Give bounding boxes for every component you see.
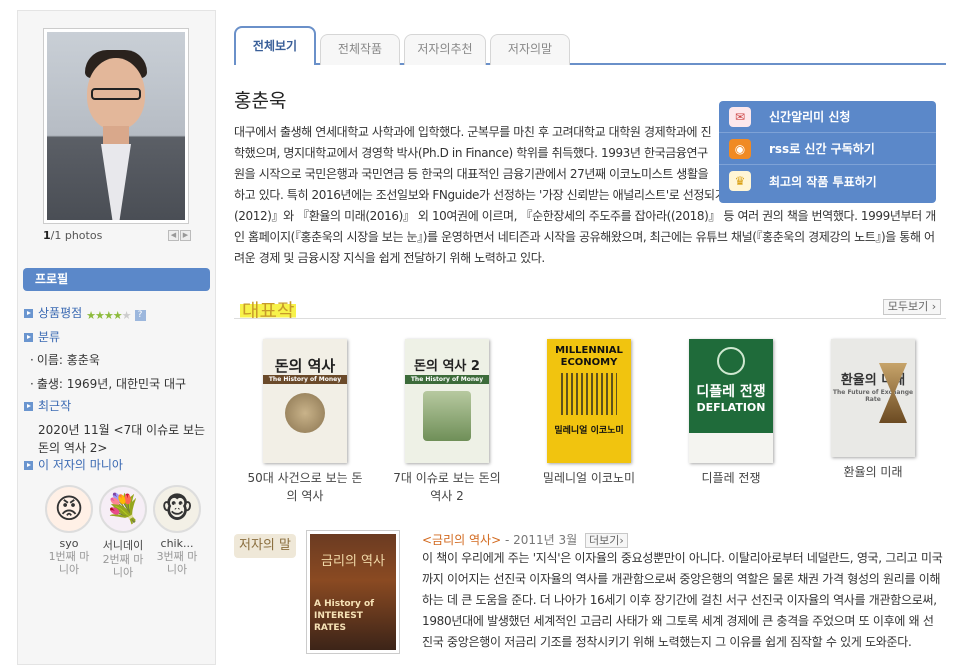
saying-more-label: 더보기	[589, 534, 620, 547]
tab-bar: 전체보기 전체작품 저자의추천 저자의말	[234, 26, 946, 65]
mania-name[interactable]: 서니데이	[98, 537, 148, 553]
rss-icon: ◉	[729, 138, 751, 159]
bullet-icon	[24, 333, 33, 342]
profile-heading: 프로필	[23, 268, 210, 291]
book-cover[interactable]: MILLENNIAL ECONOMY 밀레니얼 이코노미	[547, 339, 631, 463]
mania-item[interactable]: 💐 서니데이 2번째 마니아	[98, 485, 148, 579]
mania-rank: 3번째 마니아	[156, 550, 198, 576]
vote-best-button[interactable]: ♛ 최고의 작품 투표하기	[719, 165, 936, 197]
saying-book-link[interactable]: <금리의 역사>	[422, 533, 501, 547]
name-line: 이름: 홍춘욱	[30, 351, 100, 368]
tab-overview[interactable]: 전체보기	[234, 26, 316, 65]
mail-heart-icon: ✉	[729, 106, 751, 127]
book-item[interactable]: 디플레 전쟁 DEFLATION 디플레 전쟁	[670, 339, 792, 487]
book-title[interactable]: 환율의 미래	[812, 463, 934, 481]
book-title[interactable]: 7대 이슈로 보는 돈의 역사 2	[386, 469, 508, 505]
author-words-badge: 저자의 말	[234, 534, 296, 558]
mania-name[interactable]: syo	[44, 537, 94, 550]
avatar[interactable]: 💐	[99, 485, 147, 533]
mania-row[interactable]: 이 저자의 마니아	[24, 456, 123, 473]
bullet-icon	[24, 402, 33, 411]
book-cover[interactable]: 디플레 전쟁 DEFLATION	[689, 339, 773, 463]
book-title[interactable]: 밀레니얼 이코노미	[528, 469, 650, 487]
author-photo[interactable]	[43, 28, 189, 224]
book-item[interactable]: 돈의 역사 The History of Money 50대 사건으로 보는 돈…	[244, 339, 366, 505]
book-item[interactable]: 돈의 역사 2 The History of Money 7대 이슈로 보는 돈…	[386, 339, 508, 505]
divider	[234, 318, 946, 319]
avatar[interactable]: 🐵	[153, 485, 201, 533]
rating-label[interactable]: 상품평점	[38, 306, 82, 320]
saying-text: 이 책이 우리에게 주는 '지식'은 이자율의 중요성뿐만이 아니다. 이탈리아…	[422, 551, 943, 649]
book-title[interactable]: 50대 사건으로 보는 돈의 역사	[244, 469, 366, 505]
new-book-alert-button[interactable]: ✉ 신간알리미 신청	[719, 101, 936, 133]
mania-item[interactable]: 😡 syo 1번째 마니아	[44, 485, 94, 576]
book-cover[interactable]: 환율의 미래 The Future of Exchange Rate	[831, 339, 915, 457]
birth-line: 출생: 1969년, 대한민국 대구	[30, 375, 186, 392]
photo-pager: ◀ ▶	[168, 230, 191, 241]
book-item[interactable]: MILLENNIAL ECONOMY 밀레니얼 이코노미 밀레니얼 이코노미	[528, 339, 650, 487]
rating-stars-icon: ★★★★★	[86, 309, 131, 322]
recent-row[interactable]: 최근작	[24, 397, 71, 414]
mania-label: 이 저자의 마니아	[38, 458, 123, 472]
saying-header: <금리의 역사> - 2011년 3월 더보기›	[422, 531, 628, 548]
mania-rank: 2번째 마니아	[102, 553, 144, 579]
next-photo-icon[interactable]: ▶	[180, 230, 191, 241]
prev-photo-icon[interactable]: ◀	[168, 230, 179, 241]
bullet-icon	[24, 309, 33, 318]
mania-item[interactable]: 🐵 chik... 3번째 마니아	[152, 485, 202, 576]
subscribe-label: 최고의 작품 투표하기	[769, 174, 877, 189]
view-all-label: 모두보기	[887, 300, 929, 313]
saying-date: - 2011년 3월	[504, 533, 578, 547]
bullet-icon	[24, 461, 33, 470]
tab-all-works[interactable]: 전체작품	[320, 34, 400, 65]
book-cover[interactable]: 돈의 역사 2 The History of Money	[405, 339, 489, 463]
mania-name[interactable]: chik...	[152, 537, 202, 550]
recent-work-link[interactable]: 2020년 11월 <7대 이슈로 보는 돈의 역사 2>	[38, 421, 213, 457]
subscribe-label: rss로 신간 구독하기	[769, 142, 875, 156]
tab-author-words[interactable]: 저자의말	[490, 34, 570, 65]
view-all-button[interactable]: 모두보기 ›	[883, 299, 941, 315]
saying-more-button[interactable]: 더보기›	[585, 533, 628, 548]
sidebar: 1/1 photos ◀ ▶ 프로필 상품평점 ★★★★★? 분류 이름: 홍춘욱…	[17, 10, 216, 665]
book-cover[interactable]: 돈의 역사 The History of Money	[263, 339, 347, 463]
photo-count: 1/1 photos	[43, 229, 103, 242]
subscribe-box: ✉ 신간알리미 신청 ◉ rss로 신간 구독하기 ♛ 최고의 작품 투표하기	[719, 101, 936, 203]
rating-row: 상품평점 ★★★★★?	[24, 304, 146, 322]
book-title[interactable]: 디플레 전쟁	[670, 469, 792, 487]
saying-book-cover[interactable]: 금리의 역사 A History of INTEREST RATES	[306, 530, 400, 654]
subscribe-label: 신간알리미 신청	[769, 110, 851, 124]
tab-author-picks[interactable]: 저자의추천	[404, 34, 486, 65]
avatar[interactable]: 😡	[45, 485, 93, 533]
recent-label: 최근작	[38, 399, 72, 413]
book-item[interactable]: 환율의 미래 The Future of Exchange Rate 환율의 미…	[812, 339, 934, 481]
crown-icon: ♛	[729, 171, 751, 191]
mania-rank: 1번째 마니아	[48, 550, 90, 576]
rss-subscribe-button[interactable]: ◉ rss로 신간 구독하기	[719, 133, 936, 165]
help-icon[interactable]: ?	[134, 310, 146, 321]
category-row[interactable]: 분류	[24, 328, 60, 345]
category-label: 분류	[38, 330, 61, 344]
author-name: 홍춘욱	[234, 90, 287, 112]
